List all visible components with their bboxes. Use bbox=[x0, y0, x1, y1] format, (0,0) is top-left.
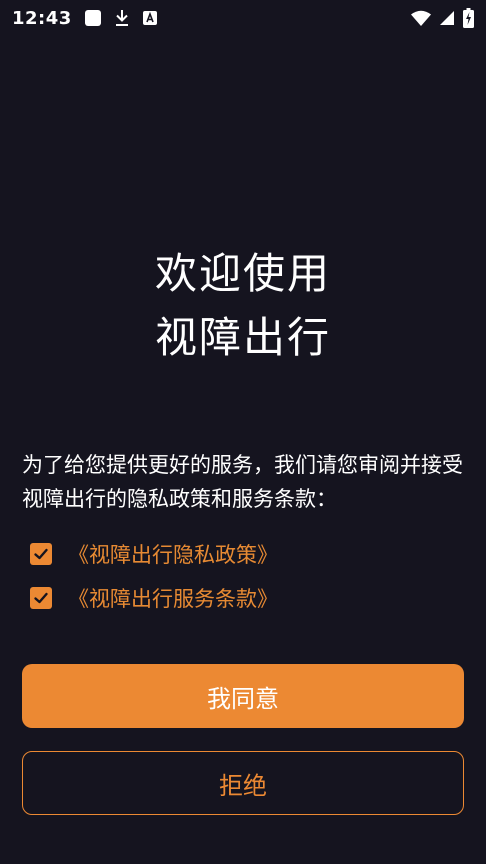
accessibility-icon bbox=[142, 10, 158, 26]
checkmark-icon bbox=[34, 592, 48, 604]
battery-charging-icon bbox=[463, 8, 474, 28]
status-right bbox=[411, 8, 474, 28]
policy-item-terms: 《视障出行服务条款》 bbox=[30, 576, 464, 620]
square-icon bbox=[84, 9, 102, 27]
status-left: 12:43 bbox=[12, 8, 158, 29]
welcome-line-1: 欢迎使用 bbox=[154, 249, 331, 298]
privacy-policy-checkbox[interactable] bbox=[30, 543, 52, 565]
status-bar: 12:43 bbox=[0, 0, 486, 36]
checkmark-icon bbox=[34, 548, 48, 560]
welcome-line-2: 视障出行 bbox=[154, 313, 331, 362]
welcome-title: 欢迎使用 视障出行 bbox=[0, 242, 486, 370]
privacy-policy-link[interactable]: 《视障出行隐私政策》 bbox=[68, 539, 278, 569]
download-icon bbox=[114, 9, 130, 27]
terms-of-service-link[interactable]: 《视障出行服务条款》 bbox=[68, 583, 278, 613]
signal-icon bbox=[439, 10, 455, 26]
reject-button[interactable]: 拒绝 bbox=[22, 751, 464, 815]
status-time: 12:43 bbox=[12, 7, 72, 29]
policy-list: 《视障出行隐私政策》 《视障出行服务条款》 bbox=[30, 532, 464, 620]
consent-notice: 为了给您提供更好的服务，我们请您审阅并接受视障出行的隐私政策和服务条款： bbox=[22, 453, 463, 511]
agree-button[interactable]: 我同意 bbox=[22, 664, 464, 728]
policy-item-privacy: 《视障出行隐私政策》 bbox=[30, 532, 464, 576]
terms-of-service-checkbox[interactable] bbox=[30, 587, 52, 609]
wifi-icon bbox=[411, 10, 431, 26]
